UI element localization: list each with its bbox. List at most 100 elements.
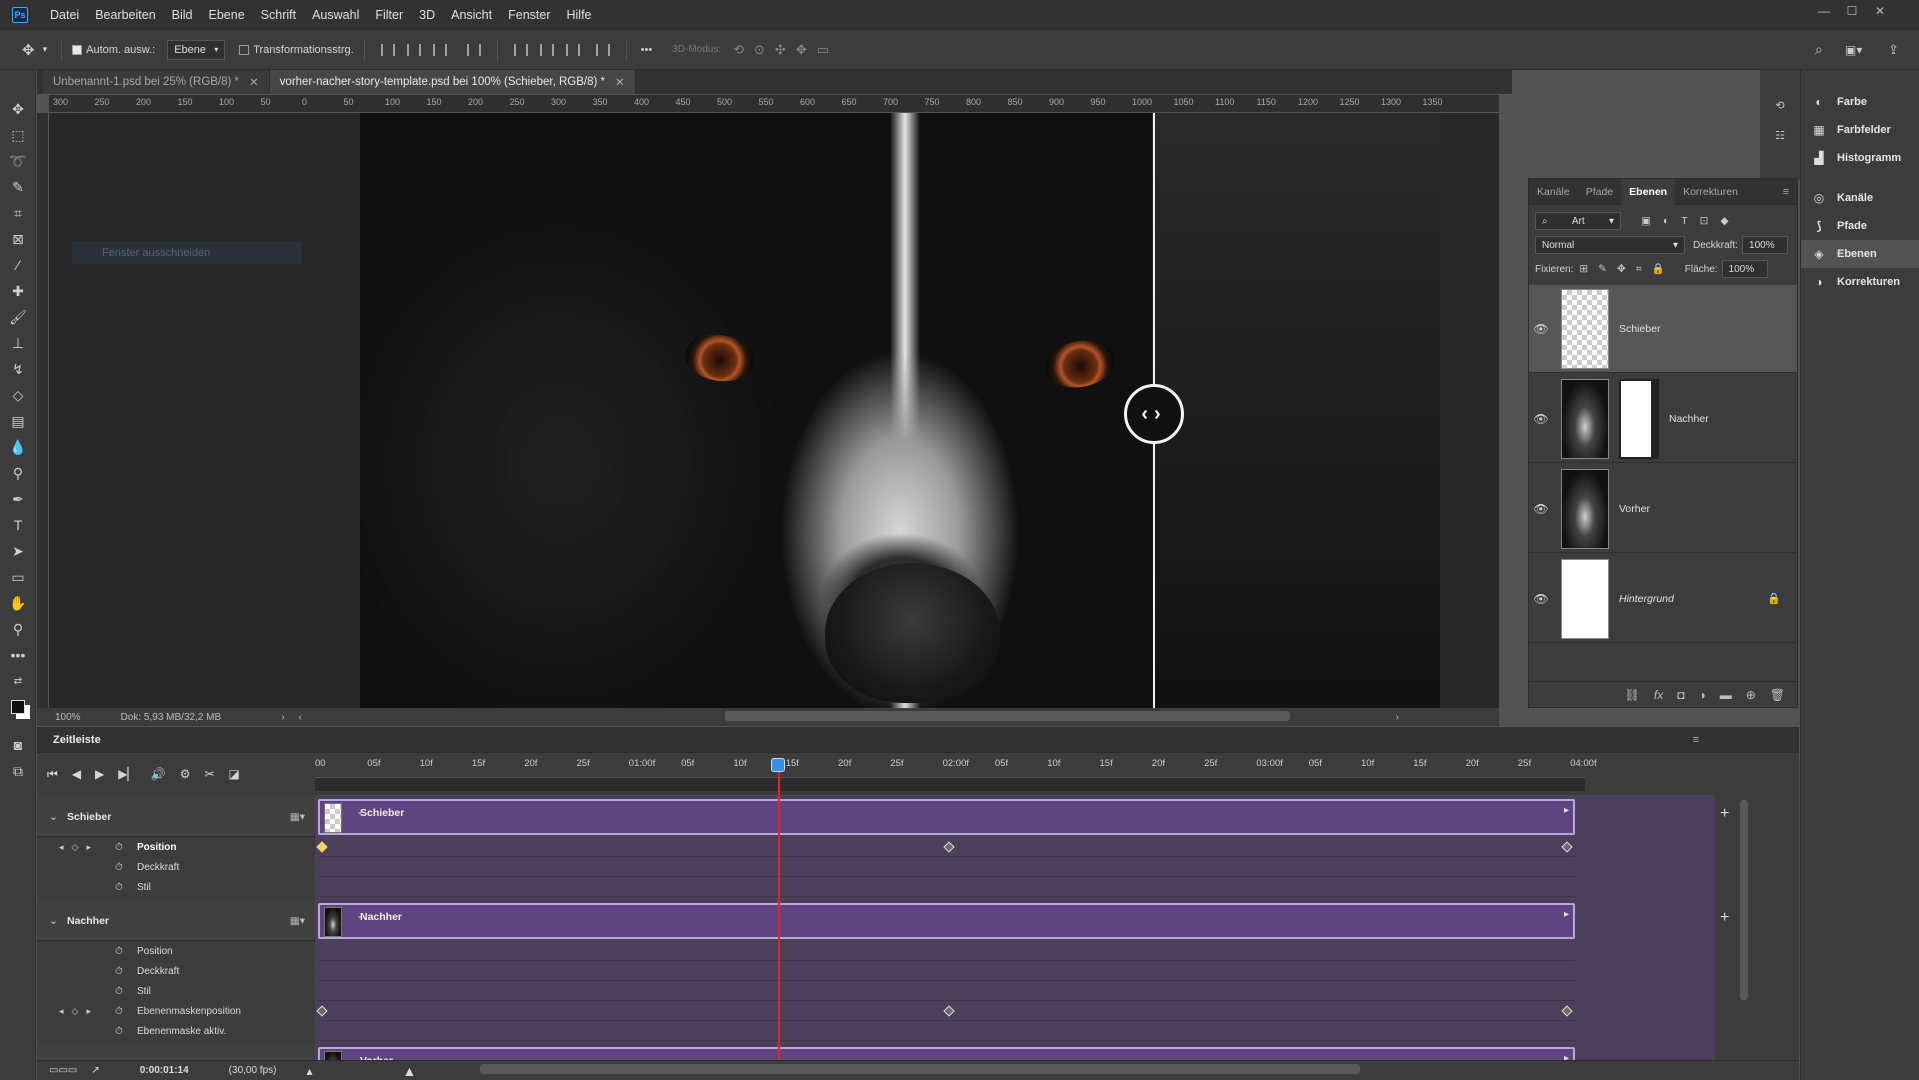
add-media-icon[interactable]: +: [1720, 805, 1729, 823]
workspace-icon[interactable]: ▣▾: [1845, 43, 1862, 57]
clip-end-icon[interactable]: ▸: [1564, 909, 1569, 920]
trash-icon[interactable]: 🗑: [1770, 688, 1785, 702]
scroll-left-icon[interactable]: ‹: [299, 712, 302, 723]
tool-preset-chevron-icon[interactable]: ▾: [43, 44, 48, 55]
stopwatch-icon[interactable]: ⏱: [115, 882, 123, 893]
layer-row[interactable]: 👁 Vorher: [1529, 465, 1797, 553]
stopwatch-icon[interactable]: ⏱: [115, 1006, 123, 1017]
clip-end-icon[interactable]: ▸: [1564, 805, 1569, 816]
eyedropper-tool-icon[interactable]: ⁄: [0, 252, 36, 278]
property-lane[interactable]: [318, 981, 1575, 1001]
split-scissors-icon[interactable]: ✂: [204, 767, 214, 781]
property-lane[interactable]: [318, 961, 1575, 981]
audio-icon[interactable]: 🔊: [151, 767, 166, 781]
previous-frame-icon[interactable]: ◀: [72, 767, 81, 781]
distribute-vertical-icon[interactable]: [595, 43, 610, 56]
tab-1[interactable]: Pfade: [1578, 179, 1621, 205]
stopwatch-icon[interactable]: ⏱: [115, 862, 123, 873]
stopwatch-icon[interactable]: ⏱: [115, 986, 123, 997]
color-swatches-icon[interactable]: [0, 694, 36, 720]
pen-tool-icon[interactable]: ✒: [0, 486, 36, 512]
align-bottom-icon[interactable]: [565, 43, 580, 56]
panel-menu-icon[interactable]: ≡: [1693, 734, 1699, 746]
render-icon[interactable]: ↗: [91, 1065, 99, 1076]
link-layers-icon[interactable]: ⛓: [1625, 688, 1640, 702]
visibility-eye-icon[interactable]: 👁: [1529, 502, 1553, 516]
zoom-in-icon[interactable]: ▲: [403, 1063, 417, 1079]
dock-item-palette[interactable]: ◐ Farbe: [1801, 88, 1919, 116]
path-select-tool-icon[interactable]: ➤: [0, 538, 36, 564]
menu-item-2[interactable]: Bild: [164, 0, 201, 30]
new-layer-icon[interactable]: ⊕: [1746, 688, 1756, 702]
dock-item-histogram[interactable]: ▟ Histogramm: [1801, 144, 1919, 172]
keyframe-nav-icon[interactable]: ◂◇▸: [59, 842, 99, 853]
menu-item-9[interactable]: Fenster: [500, 0, 558, 30]
status-menu-icon[interactable]: ›: [281, 712, 284, 723]
align-left-icon[interactable]: [380, 43, 395, 56]
visibility-eye-icon[interactable]: 👁: [1529, 412, 1553, 426]
visibility-eye-icon[interactable]: 👁: [1529, 322, 1553, 336]
timeline-vertical-scrollbar[interactable]: [1740, 800, 1748, 1000]
play-icon[interactable]: ▶: [95, 767, 104, 781]
layer-row[interactable]: 👁 Nachher: [1529, 375, 1797, 463]
quick-mask-icon[interactable]: ◙: [0, 732, 36, 758]
property-row[interactable]: ◂◇▸ ⏱ Ebenenmaskenposition: [37, 1001, 315, 1021]
zoom-tool-icon[interactable]: ⚲: [0, 616, 36, 642]
transition-icon[interactable]: ◪: [229, 767, 240, 781]
close-icon[interactable]: ✕: [249, 75, 259, 89]
timeline-horizontal-scrollbar[interactable]: [480, 1064, 1360, 1074]
dock-item-paths[interactable]: ⟆ Pfade: [1801, 212, 1919, 240]
property-lane[interactable]: [318, 941, 1575, 961]
first-frame-icon[interactable]: ⏮: [47, 767, 58, 782]
stopwatch-icon[interactable]: ⏱: [115, 966, 123, 977]
auto-select-checkbox[interactable]: Autom. ausw.:: [72, 44, 155, 56]
film-strip-icon[interactable]: ▦▾: [290, 811, 305, 823]
fill-input[interactable]: 100%: [1721, 260, 1768, 278]
menu-item-6[interactable]: Filter: [367, 0, 411, 30]
history-brush-tool-icon[interactable]: ↯: [0, 356, 36, 382]
layer-filter-dropdown[interactable]: ⌕ Art ▾: [1535, 212, 1621, 230]
adjustment-layer-icon[interactable]: ◑: [1698, 688, 1705, 702]
add-mask-icon[interactable]: ◘: [1677, 688, 1684, 702]
tab-0[interactable]: Kanäle: [1529, 179, 1578, 205]
more-options-button[interactable]: •••: [641, 44, 653, 56]
property-row[interactable]: ⏱ Stil: [37, 877, 315, 897]
property-lane[interactable]: [318, 857, 1575, 877]
visibility-eye-icon[interactable]: 👁: [1529, 592, 1553, 606]
chevron-down-icon[interactable]: ⌄: [49, 811, 58, 823]
share-icon[interactable]: ⇪: [1888, 42, 1899, 58]
search-icon[interactable]: ⌕: [1815, 41, 1823, 58]
fx-icon[interactable]: fx: [1654, 688, 1663, 702]
work-area-bar[interactable]: [315, 777, 1585, 791]
gradient-tool-icon[interactable]: ▤: [0, 408, 36, 434]
property-row[interactable]: ⏱ Position: [37, 941, 315, 961]
timeline-clip[interactable]: Nachher ⌄ ▸: [318, 903, 1575, 939]
crop-tool-icon[interactable]: ⌗: [0, 200, 36, 226]
timeline-track-header[interactable]: ⌄ Schieber ▦▾: [37, 797, 315, 837]
zoom-level[interactable]: 100%: [55, 712, 81, 723]
property-row[interactable]: ⏱ Ebenenmaske aktiv.: [37, 1021, 315, 1041]
history-icon[interactable]: ⟲: [1760, 90, 1800, 120]
slider-handle[interactable]: ‹›: [1124, 384, 1184, 444]
maximize-button[interactable]: ☐: [1838, 0, 1866, 22]
property-row[interactable]: ⏱ Deckkraft: [37, 857, 315, 877]
keyframe-nav-icon[interactable]: ◂◇▸: [59, 1006, 99, 1017]
layer-mask-thumbnail[interactable]: [1619, 378, 1659, 459]
layer-row[interactable]: 👁 Hintergrund 🔒: [1529, 555, 1797, 643]
menu-item-0[interactable]: Datei: [42, 0, 87, 30]
timeline-track-header[interactable]: ⌄ Nachher ▦▾: [37, 901, 315, 941]
property-row[interactable]: ⏱ Deckkraft: [37, 961, 315, 981]
screen-mode-icon[interactable]: ⧉: [0, 758, 36, 784]
zoom-out-icon[interactable]: ▴: [306, 1064, 312, 1078]
3d-mode-icons[interactable]: ⟲⊙✣✥▭: [733, 42, 839, 58]
next-frame-icon[interactable]: ▶▏: [118, 767, 136, 781]
tab-document-2[interactable]: vorher-nacher-story-template.psd bei 100…: [269, 70, 636, 94]
blend-mode-dropdown[interactable]: Normal ▾: [1535, 236, 1685, 254]
move-tool-icon[interactable]: ✥: [0, 96, 36, 122]
tab-2[interactable]: Ebenen: [1621, 178, 1676, 205]
menu-item-5[interactable]: Auswahl: [304, 0, 367, 30]
menu-item-3[interactable]: Ebene: [201, 0, 253, 30]
hand-tool-icon[interactable]: ✋: [0, 590, 36, 616]
layer-row[interactable]: 👁 Schieber: [1529, 285, 1797, 373]
add-media-icon[interactable]: +: [1720, 909, 1729, 927]
